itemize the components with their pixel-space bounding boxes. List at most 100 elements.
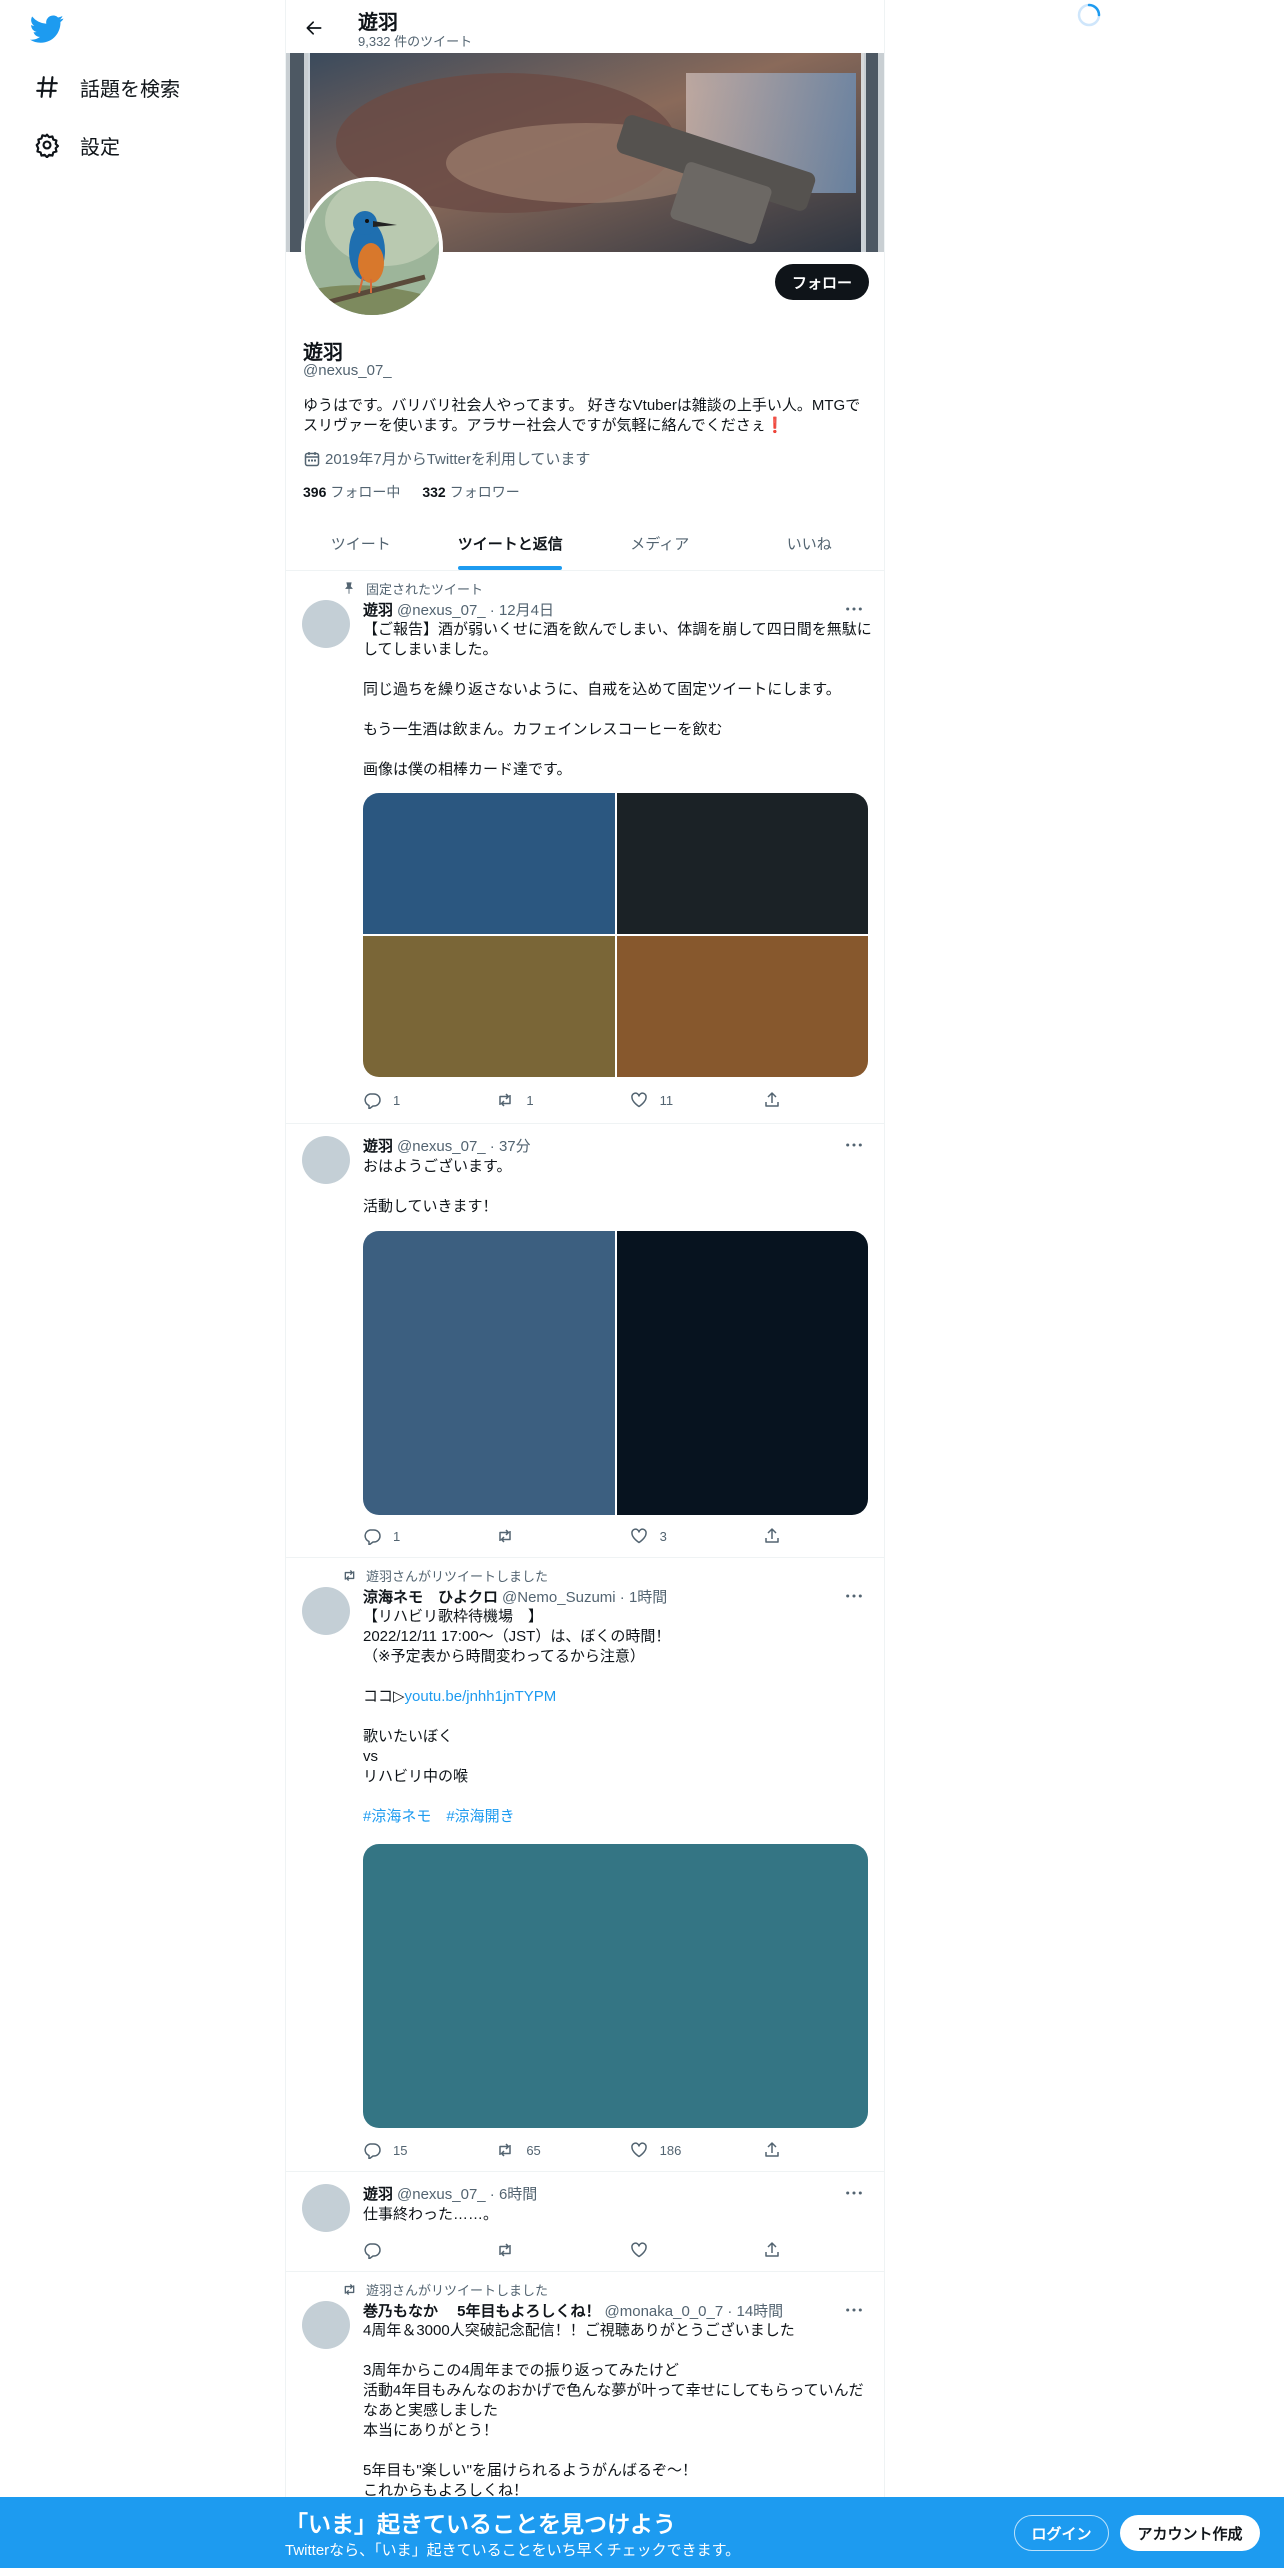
tweet-item[interactable]: 固定されたツイート 遊羽 @nexus_07_ · 12月4日 【ご報告】酒が弱… [286,571,884,1124]
tweet-context-text: 固定されたツイート [366,582,484,597]
nav-settings[interactable]: 設定 [32,125,120,165]
tweet-author-name[interactable]: 遊羽 [363,1135,393,1156]
retweet-button[interactable]: 65 [496,2140,629,2160]
followers-label: フォロワー [449,484,520,500]
tweet-text: おはようございます。 活動していきます！ [363,1158,512,1215]
tweet-header: 遊羽 @nexus_07_ · 12月4日 [363,599,554,620]
retweet-icon [496,1091,526,1109]
tweet-meta[interactable]: @Nemo_Suzumi · 1時間 [502,1586,667,1607]
followers-link[interactable]: 332 フォロワー [422,482,519,502]
tweet-item[interactable]: 遊羽 @nexus_07_ · 6時間 仕事終わった……。 [286,2172,884,2272]
share-icon [763,1527,793,1545]
tweet-author-name[interactable]: 遊羽 [363,599,393,620]
like-button[interactable]: 11 [630,1090,763,1110]
tweet-context: 遊羽さんがリツイートしました [344,1566,548,1585]
following-link[interactable]: 396 フォロー中 [303,482,400,502]
tweet-header: 遊羽 @nexus_07_ · 6時間 [363,2183,537,2204]
tweet-author-name[interactable]: 巻乃もなか 5年目もよろしくね！ [363,2300,601,2321]
tweet-actions: 15 65 186 [363,2140,793,2160]
like-count: 3 [659,1528,667,1544]
share-icon [763,1091,793,1109]
login-button[interactable]: ログイン [1014,2515,1109,2551]
share-button[interactable] [763,1090,793,1110]
profile-column: 遊羽 9,332 件のツイート フォロー 遊羽 @nexus_07_ ゆうはです… [285,0,885,2568]
tweet-avatar[interactable] [302,1587,350,1635]
tab-tweets[interactable]: ツイート [286,516,436,570]
share-button[interactable] [763,1526,793,1546]
tweet-author-name[interactable]: 涼海ネモ ひよクロ [363,1586,498,1607]
tweet-image[interactable] [363,1231,615,1515]
retweet-button[interactable] [496,1526,629,1546]
more-options-icon[interactable] [842,1135,866,1155]
tweet-image[interactable] [363,936,615,1077]
share-button[interactable] [763,2140,793,2160]
tweet-meta[interactable]: @nexus_07_ · 12月4日 [397,599,554,620]
retweet-icon [496,1527,526,1545]
tweet-avatar[interactable] [302,2301,350,2349]
reply-button[interactable]: 15 [363,2140,496,2160]
tweet-hashtags[interactable]: #涼海ネモ #涼海開き [363,1808,515,1825]
tweet-image[interactable] [363,793,615,934]
tab-tweets-and-replies-label: ツイートと返信 [457,535,563,553]
signup-banner: 「いま」起きていることを見つけよう Twitterなら、「いま」起きていることを… [0,2497,1284,2568]
reply-button[interactable]: 1 [363,1526,496,1546]
tweet-image[interactable] [616,1231,868,1515]
tweet-item[interactable]: 遊羽さんがリツイートしました 涼海ネモ ひよクロ @Nemo_Suzumi · … [286,1558,884,2172]
tweet-context-text: 遊羽さんがリツイートしました [366,2283,549,2298]
signup-button[interactable]: アカウント作成 [1120,2515,1260,2551]
reply-icon [363,2241,393,2259]
retweet-count: 1 [526,1092,534,1108]
retweet-icon [496,2141,526,2159]
heart-icon [630,1527,660,1545]
follow-button[interactable]: フォロー [775,264,869,300]
tweet-header: 遊羽 @nexus_07_ · 37分 [363,1135,531,1156]
profile-joined: 2019年7月からTwitterを利用しています [303,448,590,469]
tab-likes-label: いいね [786,535,832,553]
reply-button[interactable]: 1 [363,1090,496,1110]
more-options-icon[interactable] [842,599,866,619]
tweet-meta[interactable]: @nexus_07_ · 6時間 [397,2183,537,2204]
like-button[interactable]: 186 [630,2140,763,2160]
calendar-icon [303,450,321,468]
profile-handle: @nexus_07_ [303,362,392,379]
like-button[interactable]: 3 [630,1526,763,1546]
more-options-icon[interactable] [842,1586,866,1606]
retweet-button[interactable]: 1 [496,1090,629,1110]
profile-avatar[interactable] [301,177,443,319]
reply-icon [363,2141,393,2159]
signup-banner-title: 「いま」起きていることを見つけよう [285,2511,676,2537]
profile-header-bar: 遊羽 9,332 件のツイート [286,0,884,53]
retweet-icon [342,1568,358,1584]
retweet-button[interactable] [496,2240,629,2260]
tweet-image[interactable] [363,1844,868,2128]
tweet-link[interactable]: youtu.be/jnhh1jnTYPM [405,1688,557,1705]
tweet-header: 涼海ネモ ひよクロ @Nemo_Suzumi · 1時間 [363,1586,667,1607]
tweet-text-rest: 歌いたいぼく vs リハビリ中の喉 [363,1728,469,1785]
tab-likes[interactable]: いいね [735,516,885,570]
reply-button[interactable] [363,2240,496,2260]
share-button[interactable] [763,2240,793,2260]
tweet-meta[interactable]: @nexus_07_ · 37分 [397,1135,531,1156]
tweet-item[interactable]: 遊羽 @nexus_07_ · 37分 おはようございます。 活動していきます！… [286,1124,884,1558]
tweet-image[interactable] [616,936,868,1077]
tweet-avatar[interactable] [302,600,350,648]
like-button[interactable] [630,2240,763,2260]
twitter-bird-icon[interactable] [30,12,66,48]
profile-joined-text: 2019年7月からTwitterを利用しています [325,451,591,468]
tweet-text: 【ご報告】酒が弱いくせに酒を飲んでしまい、体調を崩して四日間を無駄にしてしまいま… [363,621,872,778]
tweet-author-name[interactable]: 遊羽 [363,2183,393,2204]
heart-icon [630,1091,660,1109]
tweet-meta[interactable]: @monaka_0_0_7 · 14時間 [605,2300,784,2321]
share-icon [763,2241,793,2259]
nav-explore[interactable]: 話題を検索 [32,67,180,107]
tweet-image[interactable] [616,793,868,934]
tab-tweets-and-replies[interactable]: ツイートと返信 [436,516,586,570]
profile-bio: ゆうはです。バリバリ社会人やってます。 好きなVtuberは雑談の上手い人。MT… [303,397,861,434]
share-icon [763,2141,793,2159]
tweet-avatar[interactable] [302,1136,350,1184]
tab-media[interactable]: メディア [585,516,735,570]
tweet-avatar[interactable] [302,2184,350,2232]
back-arrow-icon[interactable] [296,10,332,46]
more-options-icon[interactable] [842,2300,866,2320]
more-options-icon[interactable] [842,2183,866,2203]
